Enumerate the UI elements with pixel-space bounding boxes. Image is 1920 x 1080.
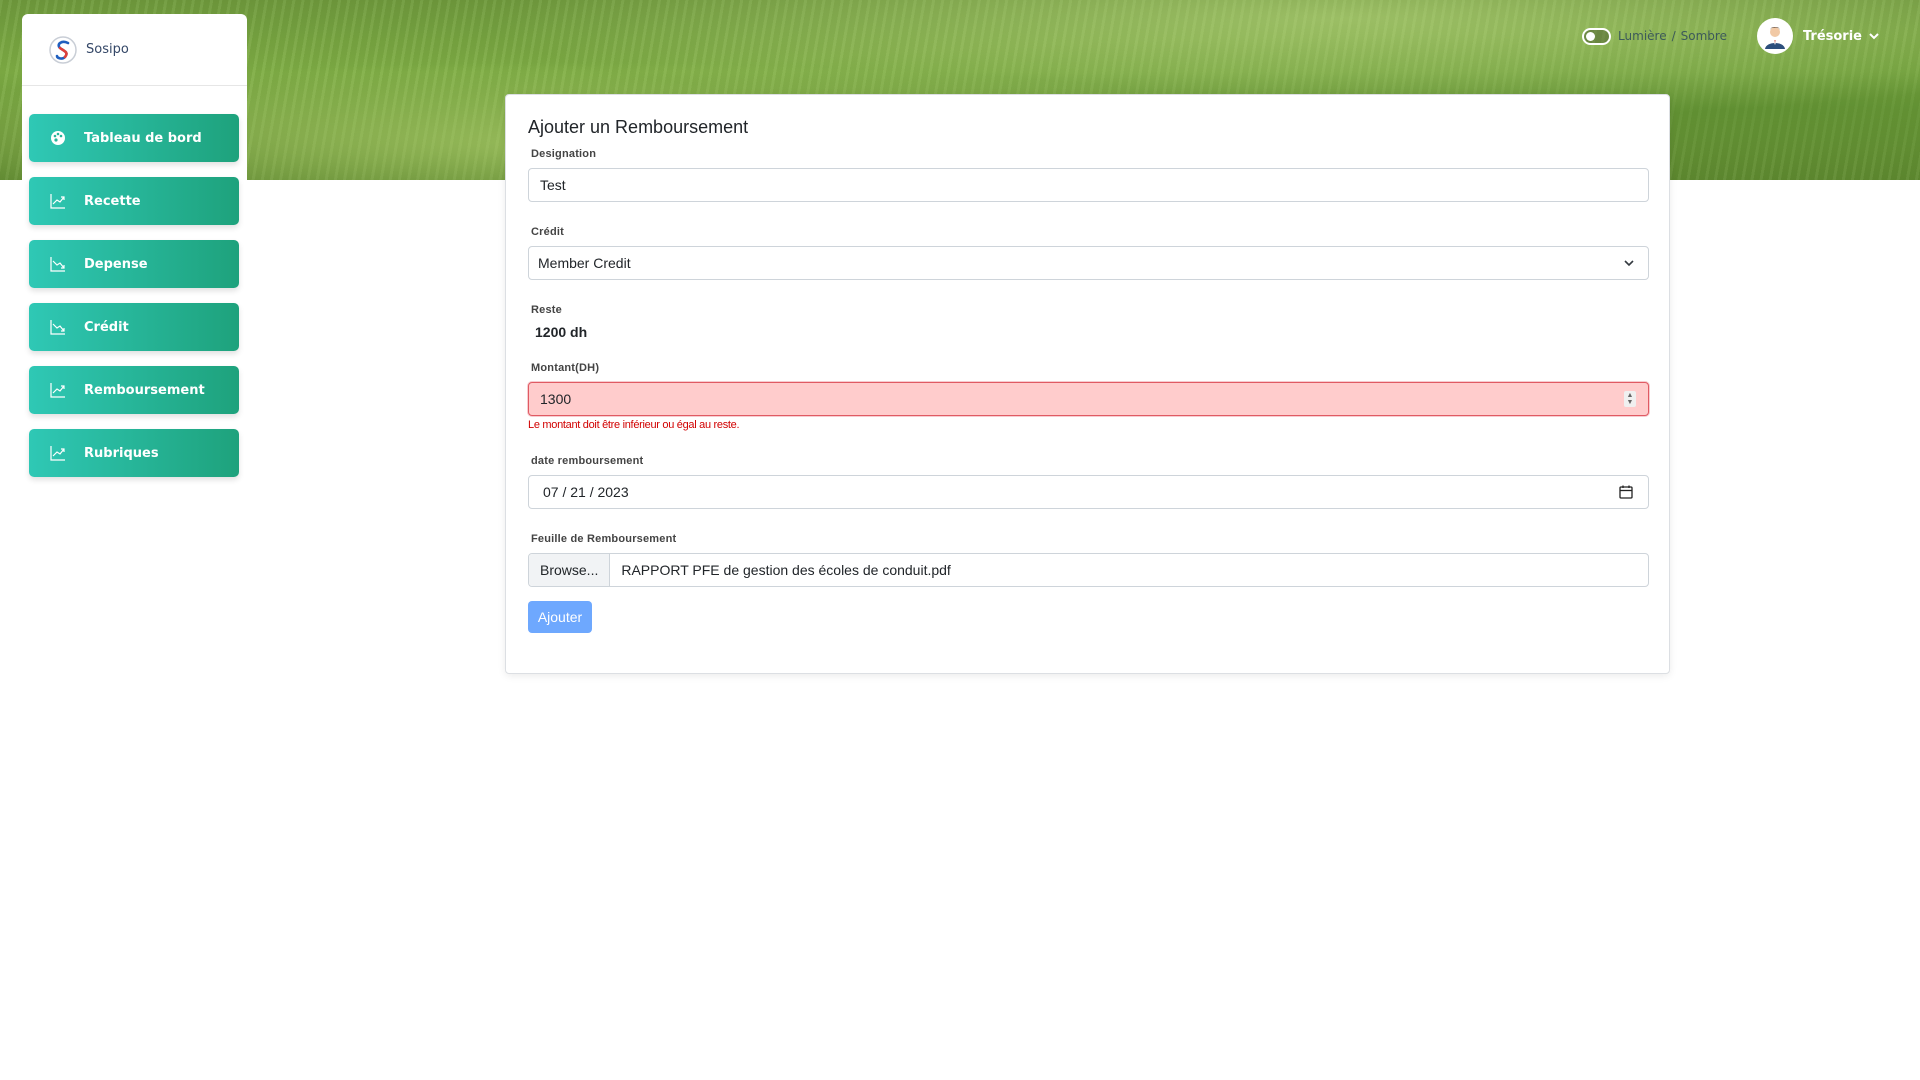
theme-light-label: Lumière — [1618, 29, 1667, 43]
chevron-down-icon — [1624, 260, 1634, 267]
spinner-down-icon[interactable]: ▼ — [1627, 399, 1634, 406]
credit-group: Crédit Member Credit — [528, 226, 1649, 280]
remboursement-form-card: Ajouter un Remboursement Designation Tes… — [505, 94, 1670, 674]
chart-down-icon — [49, 255, 67, 273]
designation-group: Designation Test — [528, 148, 1649, 202]
sidebar-item-depense[interactable]: Depense — [29, 240, 239, 288]
date-group: date remboursement 07 / 21 / 2023 — [528, 455, 1649, 509]
sidebar-item-credit[interactable]: Crédit — [29, 303, 239, 351]
form-title: Ajouter un Remboursement — [528, 117, 749, 137]
spinner-up-icon[interactable]: ▲ — [1627, 392, 1634, 399]
brand-name: Sosipo — [86, 42, 129, 57]
header-controls: Lumière / Sombre Trésorie — [1582, 18, 1880, 54]
montant-label: Montant(DH) — [531, 362, 600, 374]
file-label: Feuille de Remboursement — [531, 533, 677, 545]
date-label: date remboursement — [531, 455, 644, 467]
file-input[interactable]: Browse... RAPPORT PFE de gestion des éco… — [528, 553, 1649, 587]
browse-button[interactable]: Browse... — [529, 554, 611, 586]
brand[interactable]: Sosipo — [22, 14, 247, 86]
theme-toggle[interactable] — [1582, 27, 1612, 45]
sidebar-item-label: Crédit — [84, 319, 129, 335]
ajouter-button[interactable]: Ajouter — [528, 601, 592, 633]
chevron-down-icon — [1869, 33, 1879, 40]
credit-label: Crédit — [531, 226, 564, 238]
calendar-icon[interactable] — [1618, 484, 1634, 500]
user-menu[interactable]: Trésorie — [1756, 18, 1880, 54]
sidebar-item-rubriques[interactable]: Rubriques — [29, 429, 239, 477]
montant-input[interactable]: 1300 ▲ ▼ — [528, 382, 1649, 416]
chart-down-icon — [49, 318, 67, 336]
theme-dark-label: Sombre — [1680, 29, 1727, 43]
user-name: Trésorie — [1802, 28, 1862, 44]
chart-up-icon — [49, 192, 67, 210]
number-spinner[interactable]: ▲ ▼ — [1624, 391, 1636, 407]
sidebar-nav: Tableau de bord Recette Depense Crédit R… — [29, 114, 239, 492]
reste-label: Reste — [531, 304, 562, 316]
montant-value: 1300 — [540, 391, 572, 407]
montant-group: Montant(DH) 1300 ▲ ▼ Le montant doit êtr… — [528, 362, 1649, 431]
sidebar-item-remboursement[interactable]: Remboursement — [29, 366, 239, 414]
reste-value: 1200 dh — [535, 324, 588, 340]
chart-up-icon — [49, 381, 67, 399]
date-value: 07 / 21 / 2023 — [543, 484, 629, 500]
theme-label: Lumière / Sombre — [1618, 29, 1727, 43]
file-group: Feuille de Remboursement Browse... RAPPO… — [528, 533, 1649, 587]
designation-label: Designation — [531, 148, 597, 160]
designation-input[interactable]: Test — [528, 168, 1649, 202]
user-avatar-icon — [1764, 27, 1785, 49]
sidebar-item-recette[interactable]: Recette — [29, 177, 239, 225]
credit-selected-value: Member Credit — [538, 255, 631, 271]
montant-error-message: Le montant doit être inférieur ou égal a… — [528, 419, 740, 431]
designation-value: Test — [540, 177, 566, 193]
sidebar-item-label: Rubriques — [84, 445, 159, 461]
sosipo-logo-icon — [49, 35, 77, 64]
reste-group: Reste 1200 dh — [528, 304, 1647, 340]
palette-icon — [49, 129, 67, 147]
credit-select[interactable]: Member Credit — [528, 246, 1649, 280]
sidebar-item-label: Depense — [84, 256, 148, 272]
file-name: RAPPORT PFE de gestion des écoles de con… — [621, 562, 951, 578]
date-input[interactable]: 07 / 21 / 2023 — [528, 475, 1649, 509]
avatar — [1756, 18, 1793, 54]
sidebar-item-label: Tableau de bord — [84, 130, 202, 146]
theme-separator: / — [1671, 29, 1676, 43]
sidebar-item-label: Remboursement — [84, 382, 205, 398]
chart-up-icon — [49, 444, 67, 462]
sidebar-item-tableau-de-bord[interactable]: Tableau de bord — [29, 114, 239, 162]
sidebar-item-label: Recette — [84, 193, 141, 209]
